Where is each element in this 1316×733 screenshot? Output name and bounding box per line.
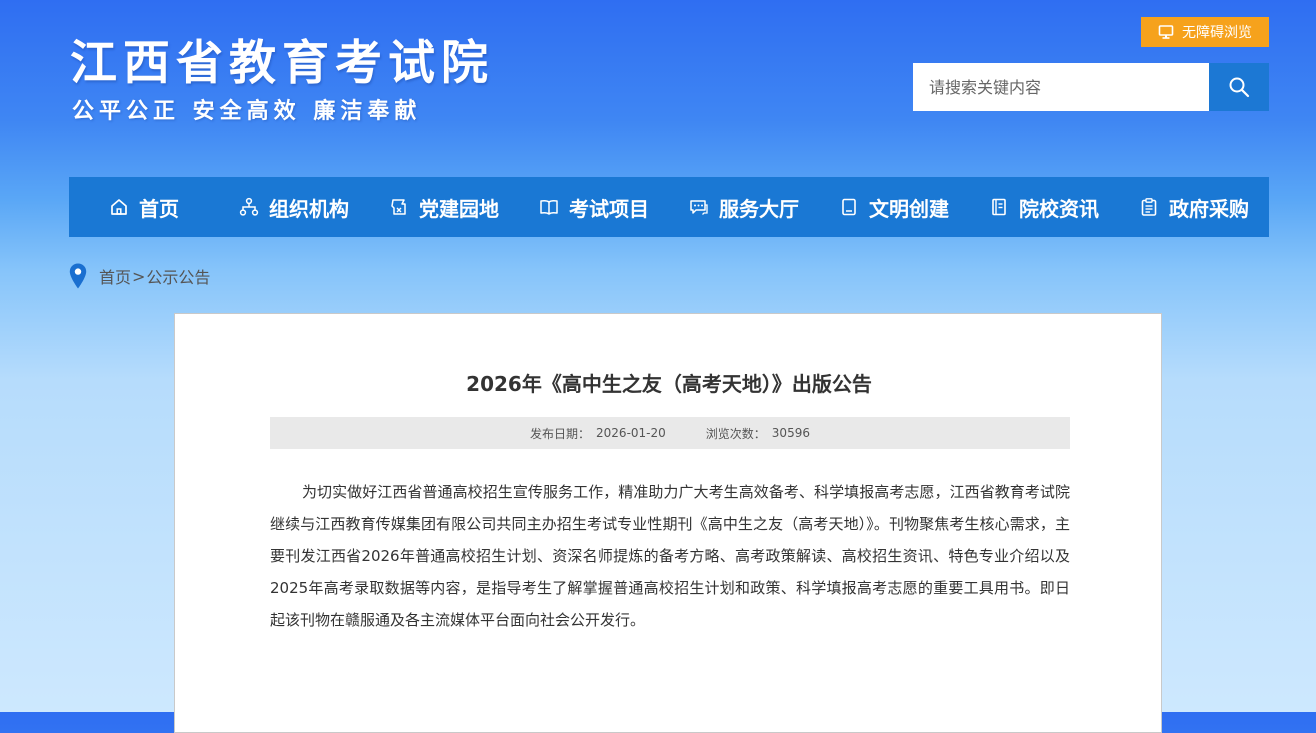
service-chat-icon [690,200,708,215]
breadcrumb-home-link[interactable]: 首页 [99,264,131,288]
nav-item-service-hall[interactable]: 服务大厅 [669,177,819,237]
org-chart-icon [239,197,259,216]
nav-item-home[interactable]: 首页 [69,177,219,237]
article-title: 2026年《高中生之友（高考天地）》出版公告 [466,372,872,396]
nav-label: 考试项目 [569,196,649,221]
search-icon [1229,77,1250,98]
nav-label: 组织机构 [269,196,349,221]
article-meta: 发布日期： 2026-01-20 浏览次数： 30596 [270,417,1070,449]
nav-label: 文明创建 [869,196,949,221]
breadcrumb-current-link[interactable]: 公示公告 [146,264,210,288]
search-button[interactable] [1209,63,1269,111]
party-building-icon [391,199,406,215]
site-header: 江西省教育考试院 公平公正 安全高效 廉洁奉献 无障碍浏览 [0,0,1316,170]
nav-item-party-building[interactable]: 党建园地 [369,177,519,237]
clipboard-icon [1141,198,1157,216]
home-icon [111,199,127,215]
nav-label: 首页 [139,196,179,221]
site-slogan: 公平公正 安全高效 廉洁奉献 [72,99,422,124]
breadcrumb: 首页 > 公示公告 [69,262,210,290]
publish-date: 2026-01-20 [596,426,666,440]
nav-label: 政府采购 [1169,196,1249,221]
nav-item-civilization[interactable]: 文明创建 [819,177,969,237]
view-count-label: 浏览次数： [705,426,766,441]
site-logo-title[interactable]: 江西省教育考试院 [70,24,494,93]
accessibility-label: 无障碍浏览 [1182,25,1252,41]
nav-label: 服务大厅 [719,196,799,221]
view-count: 30596 [771,426,810,440]
breadcrumb-separator: > [132,266,146,286]
nav-label: 党建园地 [419,196,499,221]
document-icon [992,198,1006,216]
search-input[interactable] [913,63,1209,111]
nav-item-organization[interactable]: 组织机构 [219,177,369,237]
notebook-icon [842,198,856,216]
search-box [913,63,1269,111]
nav-item-exam-projects[interactable]: 考试项目 [519,177,669,237]
publish-date-label: 发布日期： [530,426,591,441]
monitor-icon [1158,25,1174,39]
article-panel: 2026年《高中生之友（高考天地）》出版公告 发布日期： 2026-01-20 … [174,313,1162,733]
nav-item-school-news[interactable]: 院校资讯 [969,177,1119,237]
nav-label: 院校资讯 [1019,196,1099,221]
accessibility-button[interactable]: 无障碍浏览 [1141,17,1269,47]
book-icon [540,199,558,215]
article-body: 为切实做好江西省普通高校招生宣传服务工作，精准助力广大考生高效备考、科学填报高考… [270,483,1070,629]
location-pin-icon [69,263,87,289]
main-nav: 首页 组织机构 党建园地 考试项目 服务大厅 文明创建 院校资讯 政府采购 [69,177,1269,237]
nav-item-procurement[interactable]: 政府采购 [1119,177,1269,237]
